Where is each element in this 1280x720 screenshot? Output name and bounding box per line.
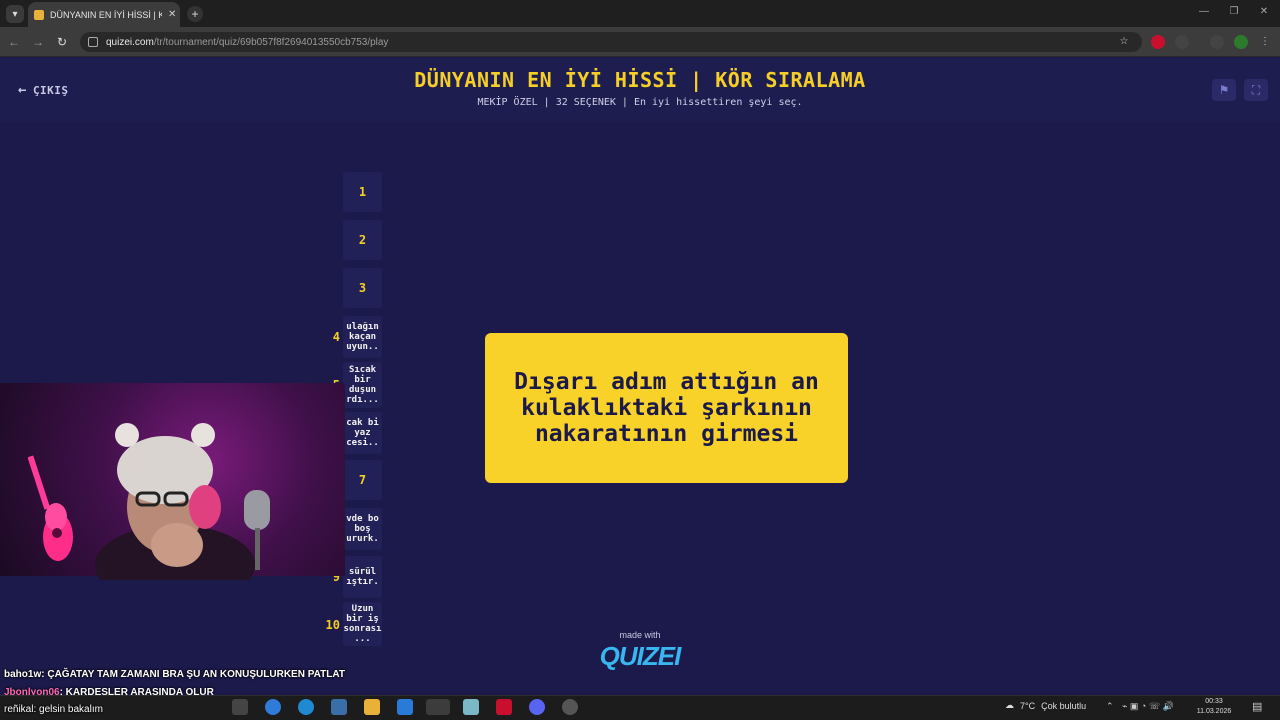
back-icon[interactable]: ← — [6, 34, 22, 50]
rank-number-4: 4 — [332, 330, 340, 344]
quiz-title: DÜNYANIN EN İYİ HİSSİ | KÖR SIRALAMA — [414, 68, 866, 92]
mail-icon[interactable] — [397, 699, 413, 715]
chat-message-1: baho1w: ÇAĞATAY TAM ZAMANI BRA ŞU AN KON… — [4, 669, 345, 680]
url-domain: quizei.com — [106, 36, 154, 48]
clock-date: 11.03.2026 — [1196, 708, 1232, 715]
rank-slot-3[interactable]: 3 — [343, 268, 382, 308]
file-explorer-icon[interactable] — [364, 699, 380, 715]
extension-icon[interactable] — [1151, 35, 1165, 49]
chat-username: reñikal — [4, 704, 34, 715]
rank-slot-5[interactable]: Sıcak bir duşun rdı... — [343, 362, 382, 408]
chat-message-3: reñikal: gelsin bakalım — [4, 704, 103, 715]
chat-text: : ÇAĞATAY TAM ZAMANI BRA ŞU AN KONUŞULUR… — [41, 669, 345, 680]
report-flag-button[interactable]: ⚑ — [1212, 79, 1236, 101]
made-with-label: made with — [619, 630, 661, 640]
browser-tab[interactable]: DÜNYANIN EN İYİ HİSSİ | KÖR S ✕ — [28, 2, 180, 27]
forward-icon[interactable]: → — [30, 34, 46, 50]
system-clock[interactable]: 00:33 11.03.2026 — [1196, 697, 1232, 717]
rank-slot-9[interactable]: sürül ıştır. — [343, 556, 382, 598]
obs-icon[interactable] — [562, 699, 578, 715]
bookmark-star-icon[interactable]: ☆ — [1117, 35, 1131, 49]
rank-slot-4[interactable]: ulağın kaçan uyun.. — [343, 316, 382, 358]
rank-slot-10[interactable]: Uzun bir iş sonrası ... — [343, 602, 382, 646]
chat-text: : gelsin bakalım — [33, 704, 103, 715]
rank-slot-2[interactable]: 2 — [343, 220, 382, 260]
quiz-subtitle: MEKİP ÖZEL | 32 SEÇENEK | En iyi hissett… — [477, 97, 803, 108]
tab-search-button[interactable]: ▾ — [6, 5, 24, 23]
weather-widget[interactable]: ☁ 7°C Çok bulutlu — [1005, 700, 1086, 711]
site-info-icon[interactable] — [88, 37, 98, 47]
media-control-icon[interactable] — [1210, 35, 1224, 49]
notification-icon[interactable]: ▤ — [1252, 700, 1262, 713]
copilot-icon[interactable] — [265, 699, 281, 715]
video-app-icon[interactable] — [496, 699, 512, 715]
clock-time: 00:33 — [1205, 698, 1223, 705]
current-option-card: Dışarı adım attığın an kulaklıktaki şark… — [485, 333, 848, 483]
profile-avatar-icon[interactable] — [1234, 35, 1248, 49]
tray-icons[interactable]: ⌁ ▣ ◔ ☏ 🔊 — [1122, 701, 1174, 712]
rank-slot-6[interactable]: cak bi yaz cesi.. — [343, 412, 382, 454]
task-view-icon[interactable] — [232, 699, 248, 715]
rank-slot-8[interactable]: vde bo boş ururk. — [343, 508, 382, 550]
reload-icon[interactable]: ↻ — [54, 34, 70, 50]
close-window-button[interactable]: ✕ — [1254, 6, 1274, 17]
chrome-icon[interactable] — [426, 699, 450, 715]
tray-chevron-icon[interactable]: ⌃ — [1106, 701, 1114, 712]
url-path: /tr/tournament/quiz/69b057f8f2694013550c… — [153, 36, 389, 48]
new-tab-button[interactable]: + — [187, 6, 203, 22]
maximize-button[interactable]: ❐ — [1224, 6, 1244, 17]
weather-text: Çok bulutlu — [1041, 700, 1087, 711]
browser-menu-icon[interactable]: ⋮ — [1258, 35, 1272, 49]
taskbar — [0, 695, 1280, 720]
extensions-puzzle-icon[interactable] — [1175, 35, 1189, 49]
guitar-image — [28, 455, 73, 561]
rank-slot-1[interactable]: 1 — [343, 172, 382, 212]
discord-icon[interactable] — [529, 699, 545, 715]
current-option-text: Dışarı adım attığın an kulaklıktaki şark… — [514, 369, 819, 447]
weather-temp: 7°C — [1020, 700, 1036, 711]
rank-slot-7[interactable]: 7 — [343, 460, 382, 500]
tab-favicon-icon — [34, 9, 44, 20]
store-icon[interactable] — [331, 699, 347, 715]
notes-icon[interactable] — [463, 699, 479, 715]
quizei-logo[interactable]: QUIZEI — [590, 641, 690, 672]
chat-username: baho1w — [4, 669, 42, 680]
fullscreen-button[interactable]: ⛶ — [1244, 79, 1268, 101]
edge-icon[interactable] — [298, 699, 314, 715]
minimize-button[interactable]: — — [1194, 6, 1214, 17]
tab-close-icon[interactable]: ✕ — [168, 9, 176, 20]
url-bar[interactable]: quizei.com /tr/tournament/quiz/69b057f8f… — [80, 32, 1142, 52]
microphone-image — [244, 490, 270, 570]
tab-title: DÜNYANIN EN İYİ HİSSİ | KÖR S — [50, 9, 162, 20]
cloud-icon: ☁ — [1005, 700, 1014, 710]
rank-number-10: 10 — [325, 618, 340, 632]
streamer-image — [95, 423, 255, 580]
